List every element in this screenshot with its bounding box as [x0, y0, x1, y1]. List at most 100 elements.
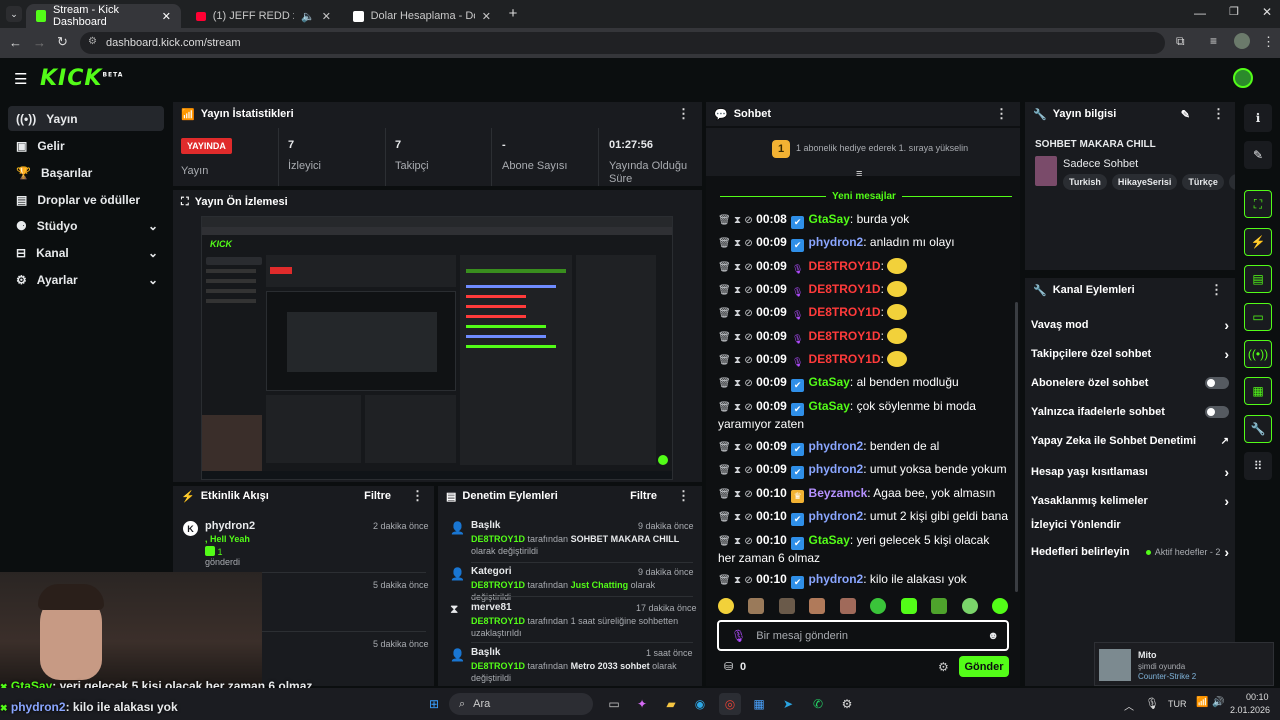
ai-moderation-row[interactable]: Yapay Zeka ile Sohbet Denetimi ↗: [1031, 435, 1229, 447]
clock-time[interactable]: 00:10: [1246, 692, 1269, 702]
sidebar-item-kanal[interactable]: ⊟ Kanal ⌄: [8, 240, 164, 265]
message-username[interactable]: phydron2: [809, 509, 864, 523]
ban-icon[interactable]: ⊘: [744, 487, 752, 503]
chat-message[interactable]: 🗑 ⧗ ⊘ 00:09 🎙 DE8TROY1D:: [718, 281, 1008, 299]
chat-message[interactable]: 🗑 ⧗ ⊘ 00:08 ✔ GtaSay: burda yok: [718, 211, 1008, 229]
close-icon[interactable]: ✕: [162, 10, 171, 23]
broadcast-toggle-button[interactable]: ((•)): [1244, 340, 1272, 368]
tag[interactable]: c: [1228, 174, 1235, 190]
more-options-icon[interactable]: ⋮: [677, 106, 690, 122]
message-username[interactable]: GtaSay: [809, 375, 850, 389]
chat-scrollbar[interactable]: [1015, 302, 1018, 592]
delete-icon[interactable]: 🗑: [718, 534, 731, 550]
volume-icon[interactable]: 🔊: [1212, 697, 1224, 708]
emote-icon[interactable]: [809, 598, 826, 614]
more-options-icon[interactable]: ⋮: [995, 106, 1008, 122]
followers-only-row[interactable]: Takipçilere özel sohbet ›: [1031, 346, 1229, 362]
sidebar-item-ayarlar[interactable]: ⚙ Ayarlar ⌄: [8, 267, 164, 292]
ban-icon[interactable]: ⊘: [744, 573, 752, 589]
close-icon[interactable]: ✕: [322, 10, 331, 23]
timeout-icon[interactable]: ⧗: [734, 260, 741, 276]
speaker-icon[interactable]: 🔈: [301, 10, 315, 23]
chat-message[interactable]: 🗑 ⧗ ⊘ 00:09 ✔ phydron2: benden de al: [718, 438, 1008, 456]
timeout-icon[interactable]: ⧗: [734, 330, 741, 346]
emote-icon[interactable]: [778, 598, 795, 614]
chat-message[interactable]: 🗑 ⧗ ⊘ 00:09 ✔ GtaSay: al benden modluğu: [718, 374, 1008, 392]
ban-icon[interactable]: ⊘: [744, 376, 752, 392]
hamburger-menu-icon[interactable]: ☰: [14, 70, 27, 88]
kick-logo[interactable]: KICKBETA: [40, 66, 123, 91]
site-info-icon[interactable]: ⚙: [88, 36, 97, 47]
sidebar-item-gelir[interactable]: ▣ Gelir: [8, 133, 164, 158]
sidebar-item-droplar[interactable]: ▤ Droplar ve ödüller: [8, 187, 164, 212]
more-options-icon[interactable]: ⋮: [677, 488, 690, 504]
preview-toggle-button[interactable]: ⛶: [1244, 190, 1272, 218]
tools-toggle-button[interactable]: 🔧: [1244, 415, 1272, 443]
microphone-icon[interactable]: 🎙: [1145, 697, 1159, 710]
emote-icon[interactable]: [961, 598, 978, 614]
timeout-icon[interactable]: ⧗: [734, 283, 741, 299]
close-icon[interactable]: ✕: [482, 10, 491, 23]
chat-message[interactable]: 🗑 ⧗ ⊘ 00:10 ✔ phydron2: umut 2 kişi gibi…: [718, 508, 1008, 526]
ban-icon[interactable]: ⊘: [744, 283, 752, 299]
category-name[interactable]: Sadece Sohbet: [1063, 158, 1138, 170]
layout-button[interactable]: ⠿: [1244, 452, 1272, 480]
message-username[interactable]: phydron2: [809, 439, 864, 453]
delete-icon[interactable]: 🗑: [718, 440, 731, 456]
emote-only-toggle[interactable]: [1205, 406, 1229, 418]
browser-menu-icon[interactable]: ⋮: [1262, 34, 1275, 50]
message-username[interactable]: GtaSay: [809, 533, 850, 547]
mod-actor[interactable]: DE8TROY1D: [471, 580, 525, 590]
user-avatar[interactable]: [1233, 68, 1253, 88]
minimize-icon[interactable]: —: [1194, 6, 1206, 20]
delete-icon[interactable]: 🗑: [718, 306, 731, 322]
delete-icon[interactable]: 🗑: [718, 330, 731, 346]
emote-icon[interactable]: [748, 598, 765, 614]
message-username[interactable]: DE8TROY1D: [809, 305, 881, 319]
more-options-icon[interactable]: ⋮: [1212, 106, 1225, 122]
extensions-icon[interactable]: ⧉: [1176, 34, 1185, 49]
timeout-icon[interactable]: ⧗: [734, 306, 741, 322]
tab-list-icon[interactable]: ⌄: [6, 6, 22, 22]
delete-icon[interactable]: 🗑: [718, 260, 731, 276]
emote-icon[interactable]: [839, 598, 856, 614]
copilot-button[interactable]: ✦: [631, 693, 653, 715]
media-icon[interactable]: ≡: [1210, 34, 1217, 48]
chat-message[interactable]: 🗑 ⧗ ⊘ 00:09 🎙 DE8TROY1D:: [718, 328, 1008, 346]
activity-user[interactable]: phydron2: [205, 520, 255, 532]
edge-button[interactable]: ◉: [689, 693, 711, 715]
new-tab-icon[interactable]: +: [505, 5, 521, 22]
whatsapp-button[interactable]: ✆: [807, 693, 829, 715]
emote-icon[interactable]: [870, 598, 887, 614]
timeout-icon[interactable]: ⧗: [734, 236, 741, 252]
delete-icon[interactable]: 🗑: [718, 463, 731, 479]
timeout-icon[interactable]: ⧗: [734, 440, 741, 456]
timeout-icon[interactable]: ⧗: [734, 400, 741, 416]
account-age-row[interactable]: Hesap yaşı kısıtlaması ›: [1031, 464, 1229, 480]
forward-icon[interactable]: →: [33, 35, 46, 50]
ban-icon[interactable]: ⊘: [744, 306, 752, 322]
tray-chevron-icon[interactable]: ︿: [1124, 698, 1134, 713]
timeout-icon[interactable]: ⧗: [734, 376, 741, 392]
delete-icon[interactable]: 🗑: [718, 376, 731, 392]
more-options-icon[interactable]: ⋮: [1210, 282, 1223, 298]
timeout-icon[interactable]: ⧗: [734, 463, 741, 479]
message-username[interactable]: Beyzamck: [809, 486, 868, 500]
collapse-icon[interactable]: ≡: [856, 168, 862, 180]
steam-button[interactable]: ⚙: [836, 693, 858, 715]
message-username[interactable]: GtaSay: [809, 399, 850, 413]
points-icon[interactable]: ⛁: [724, 660, 733, 673]
ban-icon[interactable]: ⊘: [744, 330, 752, 346]
message-username[interactable]: phydron2: [809, 235, 864, 249]
wifi-icon[interactable]: 📶: [1196, 697, 1208, 708]
mod-actor[interactable]: DE8TROY1D: [471, 661, 525, 671]
window-close-icon[interactable]: ✕: [1262, 5, 1272, 19]
pinned-gift-leaderboard[interactable]: 1 1 abonelik hediye ederek 1. sıraya yük…: [706, 128, 1020, 176]
delete-icon[interactable]: 🗑: [718, 283, 731, 299]
emote-icon[interactable]: [900, 598, 917, 614]
ban-icon[interactable]: ⊘: [744, 510, 752, 526]
ban-icon[interactable]: ⊘: [744, 440, 752, 456]
tag[interactable]: HikayeSerisi: [1111, 174, 1178, 190]
url-input[interactable]: ⚙ dashboard.kick.com/stream: [80, 32, 1165, 54]
delete-icon[interactable]: 🗑: [718, 236, 731, 252]
